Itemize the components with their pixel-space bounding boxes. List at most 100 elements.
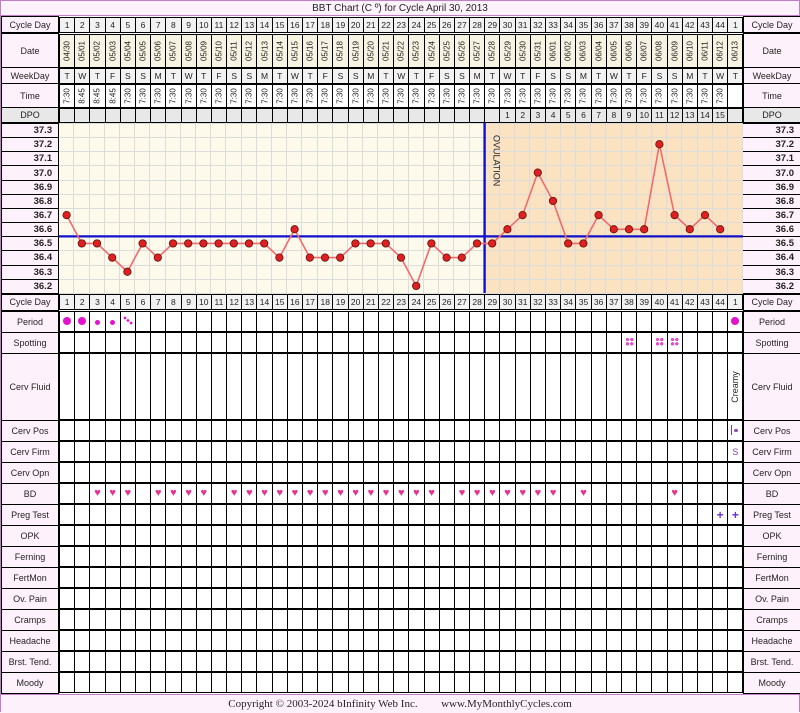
temp-grid-cell-d1-36.2[interactable] xyxy=(59,279,74,293)
temp-grid-cell-d30-36.9[interactable] xyxy=(500,180,515,194)
temp-grid-cell-d41-37.2[interactable] xyxy=(667,138,682,152)
moody-cell-13[interactable] xyxy=(242,673,257,693)
temp-grid-cell-d38-36.5[interactable] xyxy=(621,237,636,251)
headache-cell-35[interactable] xyxy=(576,631,591,651)
temp-grid-cell-d17-37.2[interactable] xyxy=(302,138,317,152)
temp-grid-cell-d29-36.8[interactable] xyxy=(484,194,499,208)
temp-grid-cell-d13-36.3[interactable] xyxy=(241,265,256,279)
cycle-day-cell-31[interactable]: 31 xyxy=(515,17,530,32)
moody-cell-38[interactable] xyxy=(621,673,636,693)
preg_test-cell-38[interactable] xyxy=(621,505,636,525)
temp-grid-cell-d20-36.8[interactable] xyxy=(347,194,362,208)
opk-cell-36[interactable] xyxy=(591,526,606,546)
temp-grid-cell-d25-37.1[interactable] xyxy=(423,152,438,166)
headache-cell-42[interactable] xyxy=(682,631,697,651)
temp-grid-cell-d5-36.7[interactable] xyxy=(119,208,134,222)
bd-cell-44[interactable] xyxy=(713,484,728,504)
temp-grid-cell-d35-37.0[interactable] xyxy=(576,166,591,180)
ov_pain-cell-1[interactable] xyxy=(60,589,75,609)
temp-grid-cell-d12-37.3[interactable] xyxy=(226,124,241,138)
moody-cell-32[interactable] xyxy=(530,673,545,693)
temp-grid-cell-d26-37.1[interactable] xyxy=(439,152,454,166)
temp-grid-cell-d40-37.2[interactable] xyxy=(652,138,667,152)
period-cell-43[interactable] xyxy=(697,312,712,332)
moody-cell-25[interactable] xyxy=(424,673,439,693)
headache-cell-9[interactable] xyxy=(181,631,196,651)
brst_tend-cell-22[interactable] xyxy=(378,652,393,672)
temp-grid-cell-d40-36.4[interactable] xyxy=(652,251,667,265)
headache-cell-2[interactable] xyxy=(75,631,90,651)
cerv_firm-cell-31[interactable] xyxy=(515,442,530,462)
cerv_pos-cell-6[interactable] xyxy=(135,421,150,441)
cerv_fluid-cell-28[interactable] xyxy=(470,354,485,420)
headache-cell-13[interactable] xyxy=(242,631,257,651)
spotting-cell-13[interactable] xyxy=(242,333,257,353)
temp-grid-cell-d30-37.0[interactable] xyxy=(500,166,515,180)
headache-cell-3[interactable] xyxy=(90,631,105,651)
ferning-cell-35[interactable] xyxy=(576,547,591,567)
ferning-cell-36[interactable] xyxy=(591,547,606,567)
temp-grid-cell-d4-37.3[interactable] xyxy=(104,124,119,138)
fertmon-cell-16[interactable] xyxy=(287,568,302,588)
cerv_fluid-cell-16[interactable] xyxy=(287,354,302,420)
temp-grid-cell-d38-36.2[interactable] xyxy=(621,279,636,293)
ov_pain-cell-38[interactable] xyxy=(621,589,636,609)
temp-grid-cell-d13-37.3[interactable] xyxy=(241,124,256,138)
cycle-day-cell-footer-17[interactable]: 17 xyxy=(303,295,318,310)
temp-grid-cell-d6-37.2[interactable] xyxy=(135,138,150,152)
opk-cell-7[interactable] xyxy=(151,526,166,546)
fertmon-cell-30[interactable] xyxy=(500,568,515,588)
temp-grid-cell-d18-36.9[interactable] xyxy=(317,180,332,194)
temp-grid-cell-d14-37.1[interactable] xyxy=(256,152,271,166)
spotting-cell-7[interactable] xyxy=(151,333,166,353)
temp-grid-cell-d20-36.4[interactable] xyxy=(347,251,362,265)
temp-grid-cell-d12-37.2[interactable] xyxy=(226,138,241,152)
cerv_pos-cell-17[interactable] xyxy=(303,421,318,441)
temp-grid-cell-d45-36.5[interactable] xyxy=(728,237,743,251)
bd-cell-24[interactable]: ♥ xyxy=(409,484,424,504)
temp-grid-cell-d18-36.7[interactable] xyxy=(317,208,332,222)
temp-grid-cell-d2-36.5[interactable] xyxy=(74,237,89,251)
temp-grid-cell-d41-37.0[interactable] xyxy=(667,166,682,180)
fertmon-cell-26[interactable] xyxy=(439,568,454,588)
cerv_pos-cell-8[interactable] xyxy=(166,421,181,441)
temp-grid-cell-d21-37.2[interactable] xyxy=(363,138,378,152)
spotting-cell-4[interactable] xyxy=(105,333,120,353)
temp-grid-cell-d28-36.6[interactable] xyxy=(469,223,484,237)
headache-cell-37[interactable] xyxy=(606,631,621,651)
temp-grid-cell-d30-37.2[interactable] xyxy=(500,138,515,152)
temp-grid-cell-d28-36.5[interactable] xyxy=(469,237,484,251)
cerv_fluid-cell-9[interactable] xyxy=(181,354,196,420)
fertmon-cell-29[interactable] xyxy=(485,568,500,588)
cerv_fluid-cell-7[interactable] xyxy=(151,354,166,420)
temp-grid-cell-d15-36.2[interactable] xyxy=(271,279,286,293)
opk-cell-30[interactable] xyxy=(500,526,515,546)
headache-cell-30[interactable] xyxy=(500,631,515,651)
period-cell-28[interactable] xyxy=(470,312,485,332)
cycle-day-cell-footer-22[interactable]: 22 xyxy=(378,295,393,310)
temp-grid-cell-d40-36.6[interactable] xyxy=(652,223,667,237)
brst_tend-cell-19[interactable] xyxy=(333,652,348,672)
fertmon-cell-22[interactable] xyxy=(378,568,393,588)
preg_test-cell-1[interactable] xyxy=(60,505,75,525)
spotting-cell-37[interactable] xyxy=(606,333,621,353)
temp-grid-cell-d43-36.7[interactable] xyxy=(697,208,712,222)
brst_tend-cell-10[interactable] xyxy=(196,652,211,672)
temp-grid-cell-d16-36.9[interactable] xyxy=(287,180,302,194)
cerv_firm-cell-45[interactable]: S xyxy=(728,442,743,462)
temp-grid-cell-d42-37.2[interactable] xyxy=(682,138,697,152)
temp-grid-cell-d2-36.9[interactable] xyxy=(74,180,89,194)
cerv_pos-cell-10[interactable] xyxy=(196,421,211,441)
temp-grid-cell-d7-36.2[interactable] xyxy=(150,279,165,293)
temp-grid-cell-d12-36.2[interactable] xyxy=(226,279,241,293)
cycle-day-cell-17[interactable]: 17 xyxy=(303,17,318,32)
moody-cell-22[interactable] xyxy=(378,673,393,693)
cerv_opn-cell-13[interactable] xyxy=(242,463,257,483)
temp-grid-cell-d3-37.1[interactable] xyxy=(89,152,104,166)
temp-grid-cell-d40-36.3[interactable] xyxy=(652,265,667,279)
temp-grid-cell-d24-37.3[interactable] xyxy=(408,124,423,138)
temp-grid-cell-d23-37.2[interactable] xyxy=(393,138,408,152)
temp-grid-cell-d9-36.5[interactable] xyxy=(180,237,195,251)
temp-grid-cell-d10-36.5[interactable] xyxy=(195,237,210,251)
cycle-day-cell-11[interactable]: 11 xyxy=(211,17,226,32)
